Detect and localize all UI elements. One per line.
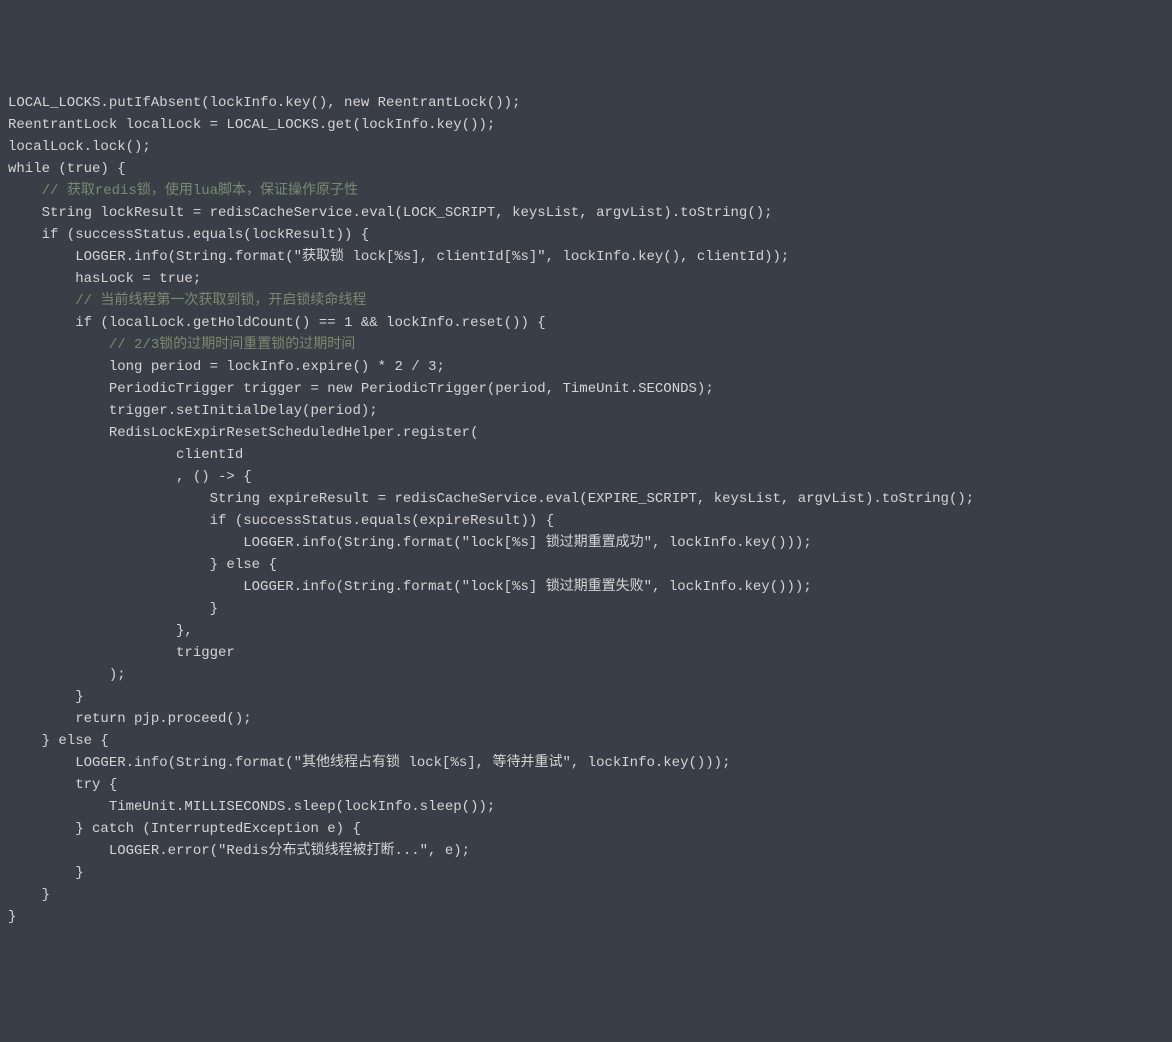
code-line[interactable]: String lockResult = redisCacheService.ev… (8, 202, 1164, 224)
code-line[interactable]: LOGGER.error("Redis分布式锁线程被打断...", e); (8, 840, 1164, 862)
code-line[interactable]: // 2/3锁的过期时间重置锁的过期时间 (8, 334, 1164, 356)
code-line[interactable]: LOCAL_LOCKS.putIfAbsent(lockInfo.key(), … (8, 92, 1164, 114)
code-line[interactable]: if (successStatus.equals(lockResult)) { (8, 224, 1164, 246)
code-line[interactable]: ); (8, 664, 1164, 686)
code-line[interactable]: while (true) { (8, 158, 1164, 180)
comment-text: // 获取redis锁，使用lua脚本，保证操作原子性 (42, 183, 358, 199)
code-line[interactable]: } catch (InterruptedException e) { (8, 818, 1164, 840)
code-line[interactable]: // 当前线程第一次获取到锁，开启锁续命线程 (8, 290, 1164, 312)
code-line[interactable]: long period = lockInfo.expire() * 2 / 3; (8, 356, 1164, 378)
code-line[interactable]: clientId (8, 444, 1164, 466)
code-line[interactable]: } (8, 906, 1164, 928)
code-line[interactable]: RedisLockExpirResetScheduledHelper.regis… (8, 422, 1164, 444)
code-line[interactable]: LOGGER.info(String.format("lock[%s] 锁过期重… (8, 576, 1164, 598)
code-line[interactable]: PeriodicTrigger trigger = new PeriodicTr… (8, 378, 1164, 400)
code-line[interactable]: String expireResult = redisCacheService.… (8, 488, 1164, 510)
code-line[interactable]: } (8, 686, 1164, 708)
code-line[interactable]: LOGGER.info(String.format("lock[%s] 锁过期重… (8, 532, 1164, 554)
code-line[interactable]: hasLock = true; (8, 268, 1164, 290)
code-line[interactable]: try { (8, 774, 1164, 796)
code-line[interactable]: if (localLock.getHoldCount() == 1 && loc… (8, 312, 1164, 334)
code-line[interactable]: } else { (8, 554, 1164, 576)
code-line[interactable]: }, (8, 620, 1164, 642)
code-line[interactable]: if (successStatus.equals(expireResult)) … (8, 510, 1164, 532)
code-line[interactable]: TimeUnit.MILLISECONDS.sleep(lockInfo.sle… (8, 796, 1164, 818)
code-line[interactable]: } (8, 598, 1164, 620)
code-editor-viewport[interactable]: LOCAL_LOCKS.putIfAbsent(lockInfo.key(), … (8, 92, 1164, 928)
code-line[interactable]: LOGGER.info(String.format("其他线程占有锁 lock[… (8, 752, 1164, 774)
code-line[interactable]: , () -> { (8, 466, 1164, 488)
code-line[interactable]: return pjp.proceed(); (8, 708, 1164, 730)
comment-text: // 当前线程第一次获取到锁，开启锁续命线程 (75, 293, 366, 309)
code-line[interactable]: trigger (8, 642, 1164, 664)
code-line[interactable]: LOGGER.info(String.format("获取锁 lock[%s],… (8, 246, 1164, 268)
code-line[interactable]: ReentrantLock localLock = LOCAL_LOCKS.ge… (8, 114, 1164, 136)
comment-text: // 2/3锁的过期时间重置锁的过期时间 (109, 337, 355, 353)
code-line[interactable]: } (8, 862, 1164, 884)
code-line[interactable]: localLock.lock(); (8, 136, 1164, 158)
code-line[interactable]: // 获取redis锁，使用lua脚本，保证操作原子性 (8, 180, 1164, 202)
code-line[interactable]: } (8, 884, 1164, 906)
code-line[interactable]: } else { (8, 730, 1164, 752)
code-line[interactable]: trigger.setInitialDelay(period); (8, 400, 1164, 422)
